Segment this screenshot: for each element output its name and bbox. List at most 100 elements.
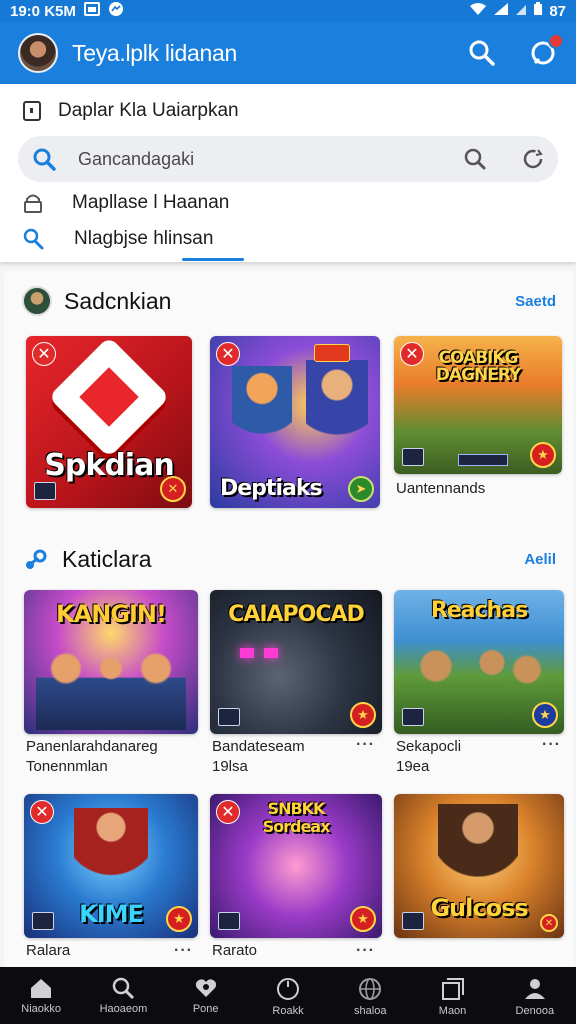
panel-item-third[interactable]: Mapllase l Haanan [22, 192, 229, 214]
status-time: 19:0 K5M [10, 2, 76, 20]
notifications-button[interactable] [528, 33, 564, 69]
more-options-icon[interactable]: ··· [174, 942, 193, 960]
game-card[interactable]: Gulcoss ✕ [394, 794, 564, 970]
section-title: Katiclara [62, 546, 152, 572]
close-icon[interactable]: ✕ [216, 800, 240, 824]
game-thumbnail[interactable]: SNBKK Sordeax ✕ ★ [210, 794, 382, 938]
star-icon: ✕ [160, 476, 186, 502]
signal-icon-2 [515, 2, 527, 20]
robot-eye [240, 648, 254, 658]
nav-label: Pone [192, 1003, 219, 1015]
nav-label: Haoaeom [99, 1003, 148, 1015]
app-title: Teya.lplk lidanan [72, 39, 237, 66]
nav-label: shaloa [354, 1005, 387, 1017]
profile-icon [524, 979, 545, 999]
panel-item-label: Daplar Kla Uaiarpkan [58, 100, 239, 121]
app-icon [402, 448, 424, 466]
see-all-link[interactable]: Saetd [515, 293, 556, 310]
nav-label: Niaokko [21, 1003, 62, 1015]
hero-figure [438, 804, 518, 900]
game-card[interactable]: SNBKK Sordeax ✕ ★ Rarato ··· [210, 794, 382, 970]
nav-item-explore[interactable]: shaloa [329, 967, 411, 1024]
card-subtitle: 19lsa [212, 758, 248, 775]
game-card[interactable]: COABIKG DAGNERY ✕ ★ Uantennands [394, 336, 562, 508]
panel-item-first[interactable]: Daplar Kla Uaiarpkan [22, 100, 239, 122]
panel-tab-indicator [182, 258, 244, 261]
more-options-icon[interactable]: ··· [356, 736, 375, 754]
heart-icon [195, 979, 216, 997]
thumbnail-title: KANGIN! [56, 600, 167, 628]
avatar[interactable] [18, 33, 58, 73]
thumbnail-title: Reachas [430, 598, 528, 623]
game-thumbnail[interactable]: Deptiaks ✕ ➤ [210, 336, 380, 508]
card-title: Ralara [26, 942, 71, 959]
search-button[interactable] [466, 37, 498, 69]
tag-badge [314, 344, 350, 362]
close-icon[interactable]: ✕ [400, 342, 424, 366]
game-card[interactable]: KIME ✕ ★ Ralara ··· [24, 794, 198, 970]
dropdown-panel: Daplar Kla Uaiarpkan Mapllase l Haanan N… [0, 84, 576, 262]
search-icon [469, 40, 495, 66]
section-avatar [22, 286, 52, 316]
search-field[interactable] [18, 136, 558, 182]
nav-item-center[interactable]: Roakk [247, 967, 329, 1024]
star-icon: ★ [350, 702, 376, 728]
card-subtitle: 19ea [396, 758, 430, 775]
star-icon: ★ [350, 906, 376, 932]
star-icon: ★ [530, 442, 556, 468]
game-card[interactable]: CAIAPOCAD ★ Bandateseam 19lsa ··· [210, 590, 382, 780]
game-thumbnail[interactable]: KANGIN! [24, 590, 198, 734]
square-icon [23, 101, 41, 121]
search-submit-icon[interactable] [464, 148, 486, 170]
close-icon[interactable]: ✕ [216, 342, 240, 366]
circle-icon [276, 978, 299, 1000]
hero-figure [306, 360, 368, 460]
app-icon [402, 912, 424, 930]
nav-item-search[interactable]: Haoaeom [82, 967, 164, 1024]
game-thumbnail[interactable]: CAIAPOCAD ★ [210, 590, 382, 734]
close-icon[interactable]: ✕ [32, 342, 56, 366]
home-icon [31, 979, 52, 998]
close-icon[interactable]: ✕ [30, 800, 54, 824]
hero-group [408, 638, 548, 708]
game-thumbnail[interactable]: Reachas ★ [394, 590, 564, 734]
see-all-link[interactable]: Aelil [524, 551, 556, 568]
app-icon [32, 912, 54, 930]
game-thumbnail[interactable]: Gulcoss ✕ [394, 794, 564, 938]
section-header: Sadcnkian Saetd [22, 286, 556, 316]
nav-item-home[interactable]: Niaokko [0, 967, 82, 1024]
search-input[interactable] [78, 148, 438, 170]
thumbnail-title: CAIAPOCAD [228, 602, 365, 627]
main-content[interactable]: Sadcnkian Saetd Spkdian ✕ ✕ Deptiaks ✕ ➤… [4, 270, 574, 970]
nav-item-favorites[interactable]: Pone [165, 967, 247, 1024]
game-card[interactable]: Deptiaks ✕ ➤ [210, 336, 380, 508]
panel-item-label: Mapllase l Haanan [72, 192, 230, 213]
panel-item-fourth[interactable]: Nlagbjse hlinsan [22, 228, 213, 250]
game-card[interactable]: Spkdian ✕ ✕ [26, 336, 192, 508]
search-icon [113, 977, 135, 999]
signal-icon [493, 2, 509, 20]
search-user-icon [23, 228, 44, 250]
card-title: Bandateseam [212, 738, 305, 755]
star-icon: ✕ [540, 914, 558, 932]
section-title: Sadcnkian [64, 287, 172, 314]
star-icon: ★ [166, 906, 192, 932]
app-bar: Teya.lplk lidanan [0, 22, 576, 84]
game-card[interactable]: KANGIN! Panenlarahdanareg Tonennmlan [24, 590, 198, 780]
search-icon [33, 148, 56, 171]
messenger-icon [108, 1, 124, 21]
nav-item-library[interactable]: Maon [411, 967, 493, 1024]
game-thumbnail[interactable]: COABIKG DAGNERY ✕ ★ [394, 336, 562, 474]
refresh-icon[interactable] [522, 148, 544, 170]
card-title: Uantennands [396, 480, 486, 497]
hero-group [36, 642, 186, 730]
notification-badge [548, 33, 564, 49]
more-options-icon[interactable]: ··· [542, 736, 561, 754]
stack-icon [441, 978, 464, 1000]
game-card[interactable]: Reachas ★ Sekapocli 19ea ··· [394, 590, 564, 780]
more-options-icon[interactable]: ··· [356, 942, 375, 960]
game-thumbnail[interactable]: Spkdian ✕ ✕ [26, 336, 192, 508]
nav-item-profile[interactable]: Denooa [494, 967, 576, 1024]
link-icon [26, 549, 47, 569]
game-thumbnail[interactable]: KIME ✕ ★ [24, 794, 198, 938]
